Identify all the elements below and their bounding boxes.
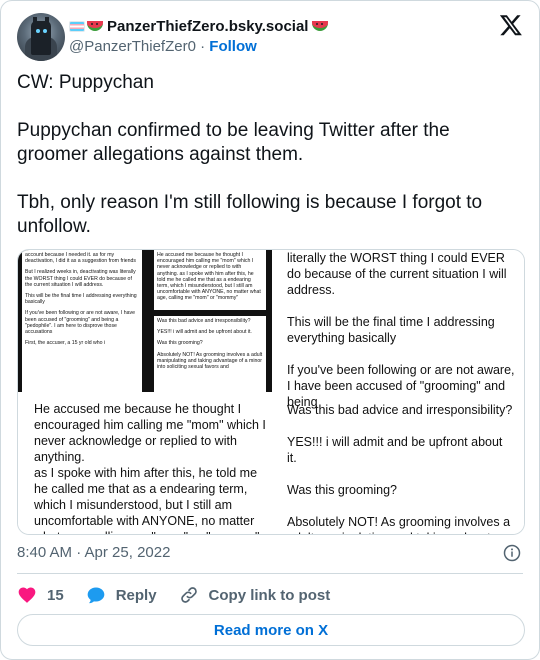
reply-label: Reply: [115, 586, 157, 604]
media-grid[interactable]: account because I needed it. as for my d…: [17, 249, 525, 535]
image-text-bottom: Was this bad advice and irresponsibility…: [287, 402, 515, 534]
media-image-text[interactable]: He accused me because he thought I encou…: [18, 393, 272, 534]
follow-link[interactable]: Follow: [209, 38, 257, 55]
post-text: CW: Puppychan Puppychan confirmed to be …: [17, 71, 522, 263]
post-paragraph: Tbh, only reason I'm still following is …: [17, 192, 483, 237]
reply-bubble-icon: [87, 587, 105, 604]
screenshot-panel: He accused me because he thought I encou…: [154, 250, 266, 310]
screenshot-text: This will be the final time I addressing…: [25, 293, 137, 306]
screenshot-text: Was this grooming?: [157, 340, 203, 347]
read-more-button[interactable]: Read more on X: [17, 614, 525, 646]
like-count: 15: [47, 586, 64, 604]
post-header: PanzerThiefZero.bsky.social @PanzerThief…: [17, 13, 523, 61]
media-image-screenshots[interactable]: account because I needed it. as for my d…: [18, 250, 272, 392]
image-text: Was this bad advice and irresponsibility…: [287, 403, 513, 417]
screenshot-text: account because I needed it. as for my d…: [25, 252, 137, 265]
trans-flag-icon: [69, 20, 85, 32]
image-text-top: literally the WORST thing I could EVER d…: [287, 250, 515, 426]
like-button[interactable]: 15: [17, 585, 64, 605]
screenshot-text: YES!!! i will admit and be upfront about…: [157, 329, 252, 336]
post-timestamp[interactable]: 8:40 AM · Apr 25, 2022: [17, 544, 170, 561]
author-handle[interactable]: @PanzerThiefZer0: [69, 38, 196, 55]
image-text: Absolutely NOT! As grooming involves a a…: [287, 515, 511, 534]
image-text: This will be the final time I addressing…: [287, 315, 495, 345]
screenshot-text: First, the accuser, a 15 yr old who i: [25, 340, 106, 347]
screenshot-text: He accused me because he thought I encou…: [157, 252, 261, 302]
handle-separator: ·: [200, 38, 206, 55]
watermelon-icon: [312, 21, 329, 31]
copy-link-label: Copy link to post: [208, 586, 331, 604]
embedded-post-card: PanzerThiefZero.bsky.social @PanzerThief…: [0, 0, 540, 660]
screenshot-text: But I realized weeks in, deactivating wa…: [25, 269, 136, 288]
image-text: He accused me because he thought I encou…: [34, 402, 266, 534]
info-icon[interactable]: [503, 544, 521, 562]
media-divider: [18, 392, 272, 393]
image-text: YES!!! i will admit and be upfront about…: [287, 435, 503, 465]
divider: [17, 573, 523, 574]
screenshot-panel: account because I needed it. as for my d…: [22, 250, 142, 392]
image-text: Was this grooming?: [287, 483, 397, 497]
screenshot-panel: Was this bad advice and irresponsibility…: [154, 316, 266, 392]
screenshot-text: Absolutely NOT! As grooming involves a a…: [157, 351, 263, 371]
avatar[interactable]: [17, 13, 65, 61]
screenshot-text: If you've been following or are not awar…: [25, 310, 135, 336]
screenshot-text: Was this bad advice and irresponsibility…: [157, 318, 251, 324]
reply-button[interactable]: Reply: [86, 585, 157, 605]
post-paragraph: Puppychan confirmed to be leaving Twitte…: [17, 120, 450, 165]
media-divider: [272, 250, 273, 534]
author-handle-row: @PanzerThiefZer0 · Follow: [69, 38, 257, 55]
heart-icon: [18, 587, 36, 603]
x-logo-icon[interactable]: [499, 13, 523, 37]
post-paragraph: CW: Puppychan: [17, 72, 154, 93]
media-image-text[interactable]: literally the WORST thing I could EVER d…: [273, 250, 524, 534]
watermelon-icon: [87, 21, 103, 31]
action-bar: 15 Reply Copy link to post: [17, 583, 352, 607]
copy-link-button[interactable]: Copy link to post: [179, 585, 331, 605]
link-icon: [180, 587, 197, 603]
author-display-name[interactable]: PanzerThiefZero.bsky.social: [107, 18, 308, 35]
image-text: literally the WORST thing I could EVER d…: [287, 251, 507, 297]
author-name-row[interactable]: PanzerThiefZero.bsky.social: [69, 16, 332, 36]
